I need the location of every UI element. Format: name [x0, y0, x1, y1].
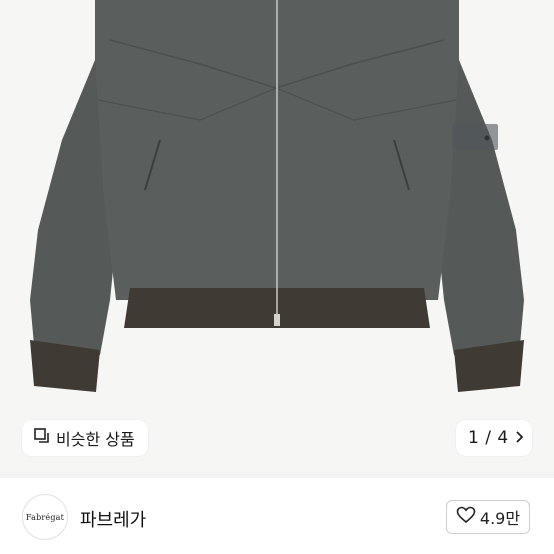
chevron-right-icon: [513, 429, 525, 448]
similar-items-button[interactable]: 비슷한 상품: [22, 420, 148, 456]
seller-logo-text: Fabrégat: [25, 512, 65, 522]
heart-outline-icon: [456, 506, 476, 528]
like-button[interactable]: 4.9만: [446, 500, 530, 534]
seller-name[interactable]: 파브레가: [80, 506, 146, 532]
seller-row[interactable]: Fabrégat 파브레가 4.9만: [0, 478, 554, 554]
product-photo[interactable]: [0, 0, 554, 472]
seller-avatar[interactable]: Fabrégat: [22, 494, 68, 540]
image-counter: 1 / 4: [468, 428, 509, 448]
jacket-image: [30, 0, 524, 392]
like-count: 4.9만: [479, 509, 521, 528]
similar-items-label: 비슷한 상품: [56, 430, 135, 449]
similar-items-icon: [34, 428, 50, 448]
image-counter-button[interactable]: 1 / 4: [456, 420, 532, 456]
